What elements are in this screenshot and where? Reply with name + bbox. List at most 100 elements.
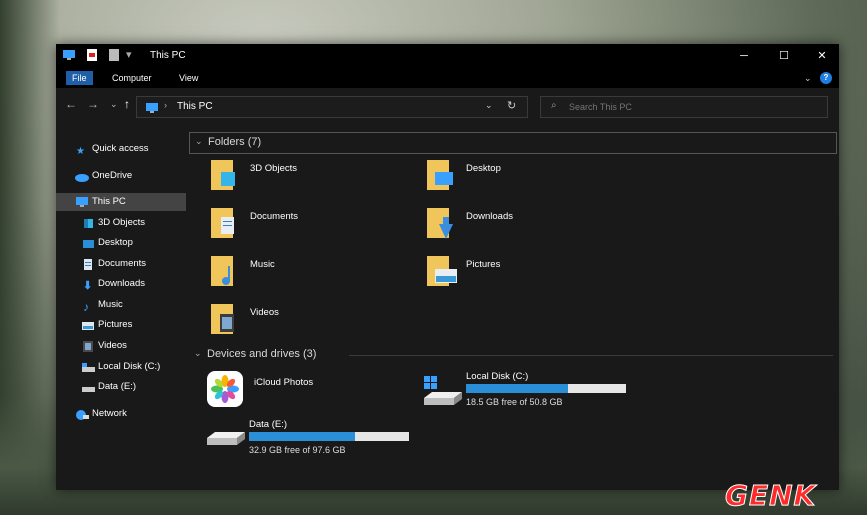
sidebar-item-label: OneDrive <box>92 170 133 181</box>
drive-label: Data (E:) <box>249 419 288 430</box>
title-bar: ▾ This PC ─ ☐ ✕ <box>56 44 839 68</box>
drive-local-disk-c[interactable]: Local Disk (C:) 18.5 GB free of 50.8 GB <box>420 368 650 412</box>
folder-label: Documents <box>250 211 299 222</box>
sidebar-item-music[interactable]: ♪ Music <box>56 296 186 314</box>
folder-downloads[interactable]: Downloads <box>427 206 607 246</box>
star-icon: ★ <box>76 146 85 157</box>
back-icon[interactable]: ← <box>65 97 77 111</box>
sidebar-item-3d-objects[interactable]: 3D Objects <box>56 214 186 232</box>
breadcrumb-this-pc[interactable]: This PC <box>177 101 213 112</box>
folder-3d-objects[interactable]: 3D Objects <box>211 158 391 198</box>
tab-view[interactable]: View <box>173 71 204 85</box>
sidebar-item-label: Music <box>98 299 123 310</box>
minimize-button[interactable]: ─ <box>729 47 759 65</box>
ribbon-tabs: File Computer View ⌄ ? <box>56 68 839 88</box>
sidebar-item-downloads[interactable]: ⬇ Downloads <box>56 275 186 293</box>
sidebar-item-onedrive[interactable]: OneDrive <box>56 167 186 185</box>
close-button[interactable]: ✕ <box>807 47 837 65</box>
expand-ribbon-icon[interactable]: ⌄ <box>798 71 818 85</box>
folder-music-icon <box>211 254 239 286</box>
sidebar-item-label: Data (E:) <box>98 381 137 392</box>
download-icon: ⬇ <box>83 280 93 292</box>
sidebar-item-this-pc[interactable]: This PC <box>56 193 186 211</box>
maximize-button[interactable]: ☐ <box>769 47 799 65</box>
videos-icon <box>83 341 95 352</box>
search-box[interactable]: ⌕ <box>540 96 828 118</box>
navigation-pane: ★ Quick access OneDrive This PC 3D Objec… <box>56 130 188 490</box>
address-dropdown-icon[interactable]: ⌄ <box>485 100 493 111</box>
sidebar-item-local-disk-c[interactable]: Local Disk (C:) <box>56 358 186 376</box>
group-header-label: Folders (7) <box>208 136 262 148</box>
genk-watermark-logo: GENK <box>724 479 817 513</box>
document-icon <box>83 259 95 270</box>
forward-icon[interactable]: → <box>87 97 99 111</box>
help-icon[interactable]: ? <box>820 72 832 84</box>
breadcrumb-separator-icon: › <box>164 100 167 110</box>
tab-file[interactable]: File <box>66 71 93 85</box>
sidebar-item-data-e[interactable]: Data (E:) <box>56 378 186 396</box>
folder-3d-objects-icon <box>211 158 239 190</box>
folder-music[interactable]: Music <box>211 254 391 294</box>
folder-documents[interactable]: Documents <box>211 206 391 246</box>
sidebar-item-desktop[interactable]: Desktop <box>56 234 186 252</box>
sidebar-item-label: Local Disk (C:) <box>98 361 161 372</box>
monitor-icon <box>145 101 159 119</box>
folder-pictures[interactable]: Pictures <box>427 254 607 294</box>
pictures-icon <box>82 320 94 330</box>
windows-drive-icon <box>422 376 462 413</box>
device-label: iCloud Photos <box>254 377 314 388</box>
collapse-chevron-icon: ⌄ <box>194 348 202 358</box>
new-folder-icon[interactable] <box>108 49 120 64</box>
folder-pictures-icon <box>427 254 457 286</box>
sidebar-item-label: Quick access <box>92 143 149 154</box>
refresh-icon[interactable]: ↻ <box>507 99 516 112</box>
folder-desktop[interactable]: Desktop <box>427 158 607 198</box>
network-icon <box>75 409 89 420</box>
recent-locations-icon[interactable]: ⌄ <box>110 99 118 110</box>
collapse-chevron-icon: ⌄ <box>195 136 203 146</box>
drive-usage-bar <box>466 384 626 393</box>
folder-videos[interactable]: Videos <box>211 302 391 342</box>
drive-icon <box>82 382 95 392</box>
sidebar-item-label: This PC <box>92 196 126 207</box>
tab-computer[interactable]: Computer <box>106 71 158 85</box>
sidebar-item-documents[interactable]: Documents <box>56 255 186 273</box>
cube-icon <box>83 218 95 228</box>
navigation-bar: ← → ⌄ ↑ › This PC ⌄ ↻ ⌕ <box>56 90 839 120</box>
folder-label: Downloads <box>466 211 513 222</box>
device-icloud-photos[interactable]: iCloud Photos <box>207 371 407 411</box>
folder-documents-icon <box>211 206 239 238</box>
folder-downloads-icon <box>427 206 455 239</box>
drive-usage-fill <box>466 384 568 393</box>
quick-access-dropdown-icon[interactable]: ▾ <box>126 48 132 61</box>
properties-icon[interactable] <box>86 49 98 64</box>
sidebar-item-pictures[interactable]: Pictures <box>56 316 186 334</box>
desktop-icon <box>83 238 95 248</box>
sidebar-item-label: 3D Objects <box>98 217 145 228</box>
sidebar-item-label: Pictures <box>98 319 133 330</box>
folders-group-header[interactable]: ⌄ Folders (7) <box>189 132 837 154</box>
drive-free-space: 18.5 GB free of 50.8 GB <box>466 397 563 407</box>
sidebar-item-videos[interactable]: Videos <box>56 337 186 355</box>
sidebar-item-quick-access[interactable]: ★ Quick access <box>56 140 186 158</box>
window-title: This PC <box>150 50 186 61</box>
cloud-icon <box>75 171 89 182</box>
folder-label: 3D Objects <box>250 163 297 174</box>
search-input[interactable] <box>567 99 821 115</box>
address-bar[interactable]: › This PC ⌄ ↻ <box>136 96 528 118</box>
folder-label: Pictures <box>466 259 501 270</box>
drive-data-e[interactable]: Data (E:) 32.9 GB free of 97.6 GB <box>207 416 437 460</box>
group-header-label: Devices and drives (3) <box>207 348 317 360</box>
music-icon: ♪ <box>83 300 89 314</box>
drive-icon <box>207 430 247 457</box>
folder-label: Videos <box>250 307 279 318</box>
sidebar-item-network[interactable]: Network <box>56 405 186 423</box>
devices-group-header[interactable]: ⌄ Devices and drives (3) <box>189 346 835 364</box>
sidebar-item-label: Downloads <box>98 278 145 289</box>
up-icon[interactable]: ↑ <box>124 97 130 111</box>
folder-label: Desktop <box>466 163 501 174</box>
sidebar-item-label: Videos <box>98 340 127 351</box>
search-icon: ⌕ <box>551 100 557 111</box>
sidebar-item-label: Documents <box>98 258 147 269</box>
drive-usage-fill <box>249 432 356 441</box>
